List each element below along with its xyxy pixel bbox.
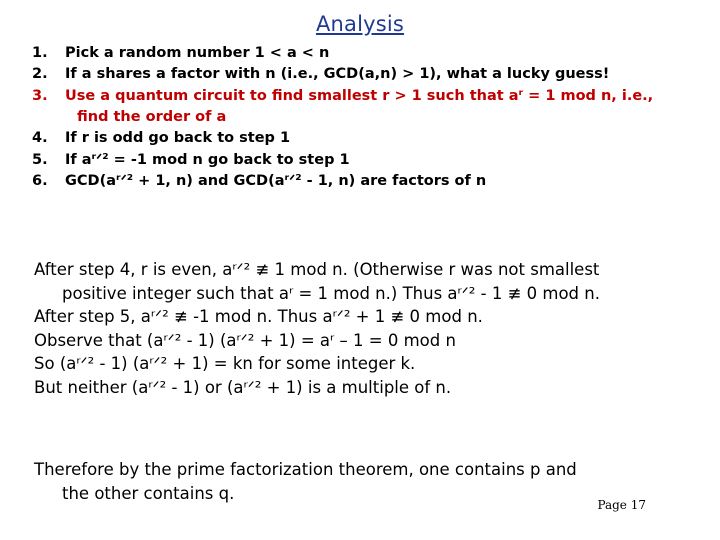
- list-item-text: GCD(aʳᐟ² + 1, n) and GCD(aʳᐟ² - 1, n) ar…: [65, 171, 704, 192]
- list-item-number: 6.: [32, 172, 48, 189]
- list-item: 3. Use a quantum circuit to find smalles…: [32, 86, 704, 129]
- list-item-text: If aʳᐟ² = -1 mod n go back to step 1: [65, 150, 704, 171]
- proof-line-text: Observe that (aʳᐟ² - 1) (aʳᐟ² + 1) = aʳ …: [34, 330, 456, 350]
- list-item-line: If aʳᐟ² = -1 mod n go back to step 1: [65, 151, 350, 168]
- slide-canvas: Analysis 1. Pick a random number 1 < a <…: [0, 0, 720, 540]
- list-item-number: 2.: [32, 66, 48, 83]
- proof-paragraph-block: After step 4, r is even, aʳᐟ² ≢ 1 mod n.…: [34, 258, 706, 400]
- page-title: Analysis: [315, 12, 405, 36]
- list-item-line: If a shares a factor with n (i.e., GCD(a…: [65, 66, 610, 83]
- proof-line-text: After step 5, aʳᐟ² ≢ -1 mod n. Thus aʳᐟ²…: [34, 307, 483, 327]
- list-item-number: 1.: [32, 45, 48, 61]
- page-number: Page 17: [597, 498, 646, 512]
- proof-line-text: But neither (aʳᐟ² - 1) or (aʳᐟ² + 1) is …: [34, 377, 452, 397]
- proof-line-continuation: positive integer such that aʳ = 1 mod n.…: [62, 283, 600, 303]
- list-item-text: Pick a random number 1 < a < n: [65, 43, 704, 64]
- list-item-text: If r is odd go back to step 1: [65, 128, 704, 149]
- proof-line: So (aʳᐟ² - 1) (aʳᐟ² + 1) = kn for some i…: [34, 352, 706, 376]
- list-item: 6. GCD(aʳᐟ² + 1, n) and GCD(aʳᐟ² - 1, n)…: [32, 171, 704, 192]
- proof-line-text: After step 4, r is even, aʳᐟ² ≢ 1 mod n.…: [34, 260, 600, 279]
- list-item-continuation: find the order of a: [77, 108, 227, 125]
- proof-line: After step 4, r is even, aʳᐟ² ≢ 1 mod n.…: [34, 258, 706, 305]
- list-item-number: 3.: [32, 87, 48, 104]
- algorithm-steps-list: 1. Pick a random number 1 < a < n 2. If …: [32, 43, 704, 192]
- list-item: 1. Pick a random number 1 < a < n: [32, 43, 704, 64]
- proof-line: Observe that (aʳᐟ² - 1) (aʳᐟ² + 1) = aʳ …: [34, 329, 706, 353]
- proof-line: But neither (aʳᐟ² - 1) or (aʳᐟ² + 1) is …: [34, 376, 706, 400]
- list-item-line: Pick a random number 1 < a < n: [65, 45, 330, 61]
- list-item: 4. If r is odd go back to step 1: [32, 128, 704, 149]
- list-item-number: 4.: [32, 130, 48, 147]
- list-item-line: If r is odd go back to step 1: [65, 130, 291, 147]
- list-item-text: If a shares a factor with n (i.e., GCD(a…: [65, 64, 704, 85]
- list-item: 5. If aʳᐟ² = -1 mod n go back to step 1: [32, 150, 704, 171]
- list-item-text: Use a quantum circuit to find smallest r…: [65, 86, 704, 129]
- list-item-line: GCD(aʳᐟ² + 1, n) and GCD(aʳᐟ² - 1, n) ar…: [65, 172, 487, 189]
- list-item-number: 5.: [32, 151, 48, 168]
- proof-line: After step 5, aʳᐟ² ≢ -1 mod n. Thus aʳᐟ²…: [34, 305, 706, 329]
- conclusion-line-1: Therefore by the prime factorization the…: [34, 460, 577, 479]
- list-item: 2. If a shares a factor with n (i.e., GC…: [32, 64, 704, 85]
- conclusion-paragraph: Therefore by the prime factorization the…: [34, 458, 684, 505]
- list-item-line: Use a quantum circuit to find smallest r…: [65, 87, 654, 104]
- proof-line-text: So (aʳᐟ² - 1) (aʳᐟ² + 1) = kn for some i…: [34, 354, 416, 374]
- conclusion-line-2: the other contains q.: [62, 483, 235, 503]
